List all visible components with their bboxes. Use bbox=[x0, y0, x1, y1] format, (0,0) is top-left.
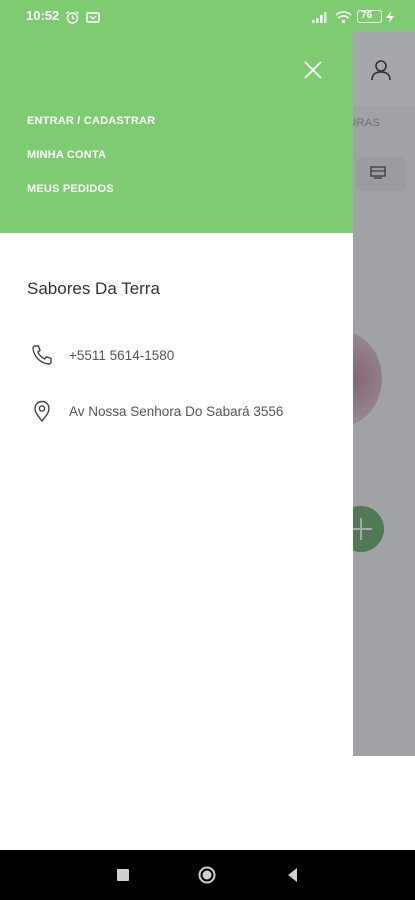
close-icon[interactable] bbox=[298, 55, 328, 85]
battery-icon: 76 bbox=[357, 10, 382, 23]
location-pin-icon bbox=[34, 400, 50, 423]
phone-icon bbox=[32, 345, 52, 365]
battery-level: 76 bbox=[361, 10, 373, 21]
store-phone: +5511 5614-1580 bbox=[69, 348, 175, 363]
navigation-drawer: ENTRAR / CADASTRAR MINHA CONTA MEUS PEDI… bbox=[0, 31, 353, 756]
wifi-icon bbox=[335, 11, 352, 24]
home-button[interactable] bbox=[197, 865, 217, 885]
store-name: Sabores Da Terra bbox=[27, 279, 160, 298]
recent-apps-button[interactable] bbox=[113, 865, 133, 885]
menu-item-my-account[interactable]: MINHA CONTA bbox=[27, 149, 106, 161]
notification-icon bbox=[86, 12, 100, 23]
alarm-icon bbox=[66, 10, 79, 24]
charging-icon bbox=[386, 11, 394, 23]
system-nav-bar bbox=[0, 850, 415, 900]
signal-icon bbox=[312, 12, 327, 23]
store-address-row[interactable]: Av Nossa Senhora Do Sabará 3556 bbox=[30, 399, 330, 429]
menu-item-my-orders[interactable]: MEUS PEDIDOS bbox=[27, 183, 114, 195]
store-phone-row[interactable]: +5511 5614-1580 bbox=[30, 343, 330, 373]
status-bar: 10:52 76 bbox=[0, 0, 415, 31]
bottom-area bbox=[0, 756, 415, 850]
menu-item-login-signup[interactable]: ENTRAR / CADASTRAR bbox=[27, 115, 155, 127]
drawer-header: ENTRAR / CADASTRAR MINHA CONTA MEUS PEDI… bbox=[0, 31, 353, 233]
store-address: Av Nossa Senhora Do Sabará 3556 bbox=[69, 404, 284, 419]
status-time: 10:52 bbox=[26, 8, 60, 23]
back-button[interactable] bbox=[283, 865, 303, 885]
